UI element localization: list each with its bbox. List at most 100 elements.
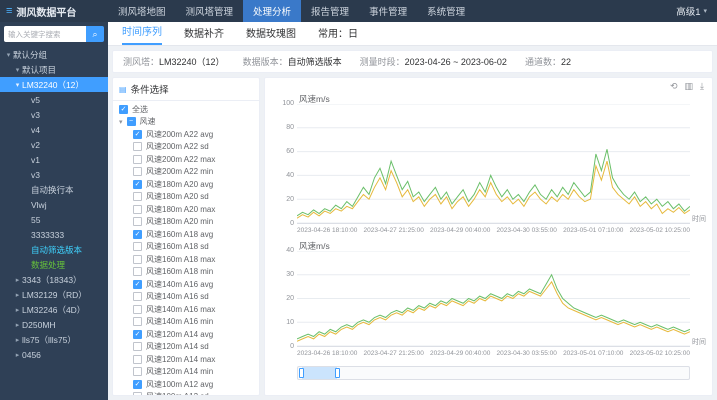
condition-item[interactable]: ✓ 风速140m A16 avg — [113, 278, 259, 291]
checkbox[interactable] — [133, 204, 142, 214]
search-button[interactable]: ⌕ — [86, 26, 104, 42]
condition-item[interactable]: 风速120m A14 max — [113, 353, 259, 366]
nav-item[interactable]: 报告管理 — [301, 0, 359, 22]
condition-item[interactable]: 风速200m A22 max — [113, 153, 259, 166]
nav-item[interactable]: 事件管理 — [359, 0, 417, 22]
tree-item[interactable]: ▸ LM32246（4D） — [0, 302, 108, 317]
checkbox[interactable]: ✓ — [119, 104, 128, 114]
main-area: 时间序列 数据补齐 数据玫瑰图 常用：日 测风塔：LM32240（12） 数据版本：自动… — [108, 22, 717, 400]
tree-item[interactable]: Vlwj — [0, 197, 108, 212]
condition-item[interactable]: 风速160m A18 sd — [113, 241, 259, 254]
checkbox[interactable] — [133, 254, 142, 264]
condition-item[interactable]: 风速200m A22 min — [113, 166, 259, 179]
checkbox[interactable] — [133, 354, 142, 364]
checkbox[interactable] — [133, 267, 142, 277]
nav-item[interactable]: 系统管理 — [417, 0, 475, 22]
datazoom-left-handle[interactable] — [298, 368, 304, 378]
tab[interactable]: 数据玫瑰图 — [246, 25, 296, 45]
condition-item[interactable]: ✓ 风速200m A22 avg — [113, 128, 259, 141]
checkbox[interactable] — [133, 292, 142, 302]
download-icon[interactable]: ⤓ — [700, 81, 704, 92]
tree-item[interactable]: ▸ 0456 — [0, 347, 108, 362]
condition-item[interactable]: 风速160m A18 max — [113, 253, 259, 266]
tree-item[interactable]: 55 — [0, 212, 108, 227]
condition-item[interactable]: 风速200m A22 sd — [113, 141, 259, 154]
condition-label: 风速160m A18 max — [146, 254, 216, 264]
search-icon: ⌕ — [92, 29, 98, 39]
tree-item[interactable]: ▸ lls75（llls75） — [0, 332, 108, 347]
tree-item[interactable]: ▾ 默认分组 — [0, 47, 108, 62]
tab[interactable]: 常用：日 — [318, 25, 358, 45]
condition-item[interactable]: 风速140m A16 min — [113, 316, 259, 329]
tree-item[interactable]: ▾ 默认项目 — [0, 62, 108, 77]
tree-item[interactable]: ▸ 3343（18343） — [0, 272, 108, 287]
tree-item[interactable]: v1 — [0, 152, 108, 167]
checkbox[interactable] — [133, 142, 142, 152]
checkbox[interactable]: ✓ — [133, 129, 142, 139]
condition-item[interactable]: 风速100m A12 sd — [113, 391, 259, 395]
condition-item[interactable]: 风速140m A16 max — [113, 303, 259, 316]
condition-item[interactable]: ✓ 风速160m A18 avg — [113, 228, 259, 241]
checkbox[interactable]: − — [126, 117, 136, 127]
condition-item[interactable]: 风速180m A20 min — [113, 216, 259, 229]
condition-group[interactable]: ▾ − 风速 — [113, 116, 259, 129]
checkbox[interactable] — [133, 154, 142, 164]
checkbox[interactable] — [133, 367, 142, 377]
tree-item[interactable]: v2 — [0, 137, 108, 152]
checkbox[interactable]: ✓ — [133, 279, 142, 289]
data-view-icon[interactable]: ▥ — [685, 81, 694, 92]
condition-item[interactable]: 风速140m A16 sd — [113, 291, 259, 304]
condition-item[interactable]: ✓ 风速100m A12 avg — [113, 378, 259, 391]
condition-item[interactable]: 风速160m A18 min — [113, 266, 259, 279]
condition-item[interactable]: 风速180m A20 max — [113, 203, 259, 216]
search-input[interactable] — [4, 26, 86, 42]
tree-item[interactable]: 自动换行本 — [0, 182, 108, 197]
checkbox[interactable] — [133, 342, 142, 352]
condition-label: 风速120m A14 min — [146, 367, 214, 377]
tab[interactable]: 时间序列 — [122, 23, 162, 45]
nav-item[interactable]: 处理分析 — [243, 0, 302, 22]
tree-item[interactable]: 自动筛选版本 — [0, 242, 108, 257]
user-menu[interactable]: 高级1 ▾ — [676, 4, 717, 18]
checkbox[interactable]: ✓ — [133, 379, 142, 389]
tree-item-label: 自动换行本 — [31, 184, 74, 195]
condition-label: 风速200m A22 max — [146, 154, 216, 164]
tree-item[interactable]: v5 — [0, 92, 108, 107]
checkbox[interactable] — [133, 167, 142, 177]
tree-item[interactable]: ▾ LM32240（12） — [0, 77, 108, 92]
condition-item[interactable]: 风速180m A20 sd — [113, 191, 259, 204]
condition-item[interactable]: 风速120m A14 sd — [113, 341, 259, 354]
checkbox[interactable] — [133, 392, 142, 395]
checkbox[interactable]: ✓ — [133, 179, 142, 189]
datazoom-right-handle[interactable] — [335, 368, 341, 378]
checkbox[interactable]: ✓ — [133, 229, 142, 239]
condition-label: 风速 — [139, 117, 156, 127]
checkbox[interactable] — [133, 242, 142, 252]
tree-item[interactable]: 数据处理 — [0, 257, 108, 272]
tree-item[interactable]: v3 — [0, 107, 108, 122]
tree-item[interactable]: v4 — [0, 122, 108, 137]
condition-list[interactable]: ✓ 全选 ▾ − 风速 ✓ 风速200m A22 avg 风速200m A22 sd 风速200… — [113, 101, 259, 395]
datazoom-slider[interactable] — [297, 366, 690, 380]
condition-item[interactable]: 风速120m A14 min — [113, 366, 259, 379]
checkbox[interactable] — [133, 317, 142, 327]
checkbox[interactable] — [133, 192, 142, 202]
checkbox[interactable] — [133, 304, 142, 314]
tree-item[interactable]: 3333333 — [0, 227, 108, 242]
caret-icon: ▾ — [119, 118, 123, 126]
datazoom-selection[interactable] — [298, 367, 341, 379]
checkbox[interactable] — [133, 217, 142, 227]
nav-item[interactable]: 测风塔管理 — [176, 0, 244, 22]
tree-item[interactable]: v3 — [0, 167, 108, 182]
nav-item[interactable]: 测风塔地图 — [108, 0, 176, 22]
condition-item[interactable]: ✓ 风速180m A20 avg — [113, 178, 259, 191]
tab[interactable]: 数据补齐 — [184, 25, 224, 45]
condition-item[interactable]: ✓ 风速120m A14 avg — [113, 328, 259, 341]
tree-item[interactable]: ▸ LM32129（RD） — [0, 287, 108, 302]
checkbox[interactable]: ✓ — [133, 329, 142, 339]
condition-item[interactable]: ✓ 全选 — [113, 103, 259, 116]
refresh-icon[interactable]: ⟲ — [670, 81, 678, 92]
tree-item[interactable]: ▸ D250MH — [0, 317, 108, 332]
filter-icon: ▤ — [119, 84, 127, 94]
tree-item-label: v4 — [31, 124, 40, 135]
